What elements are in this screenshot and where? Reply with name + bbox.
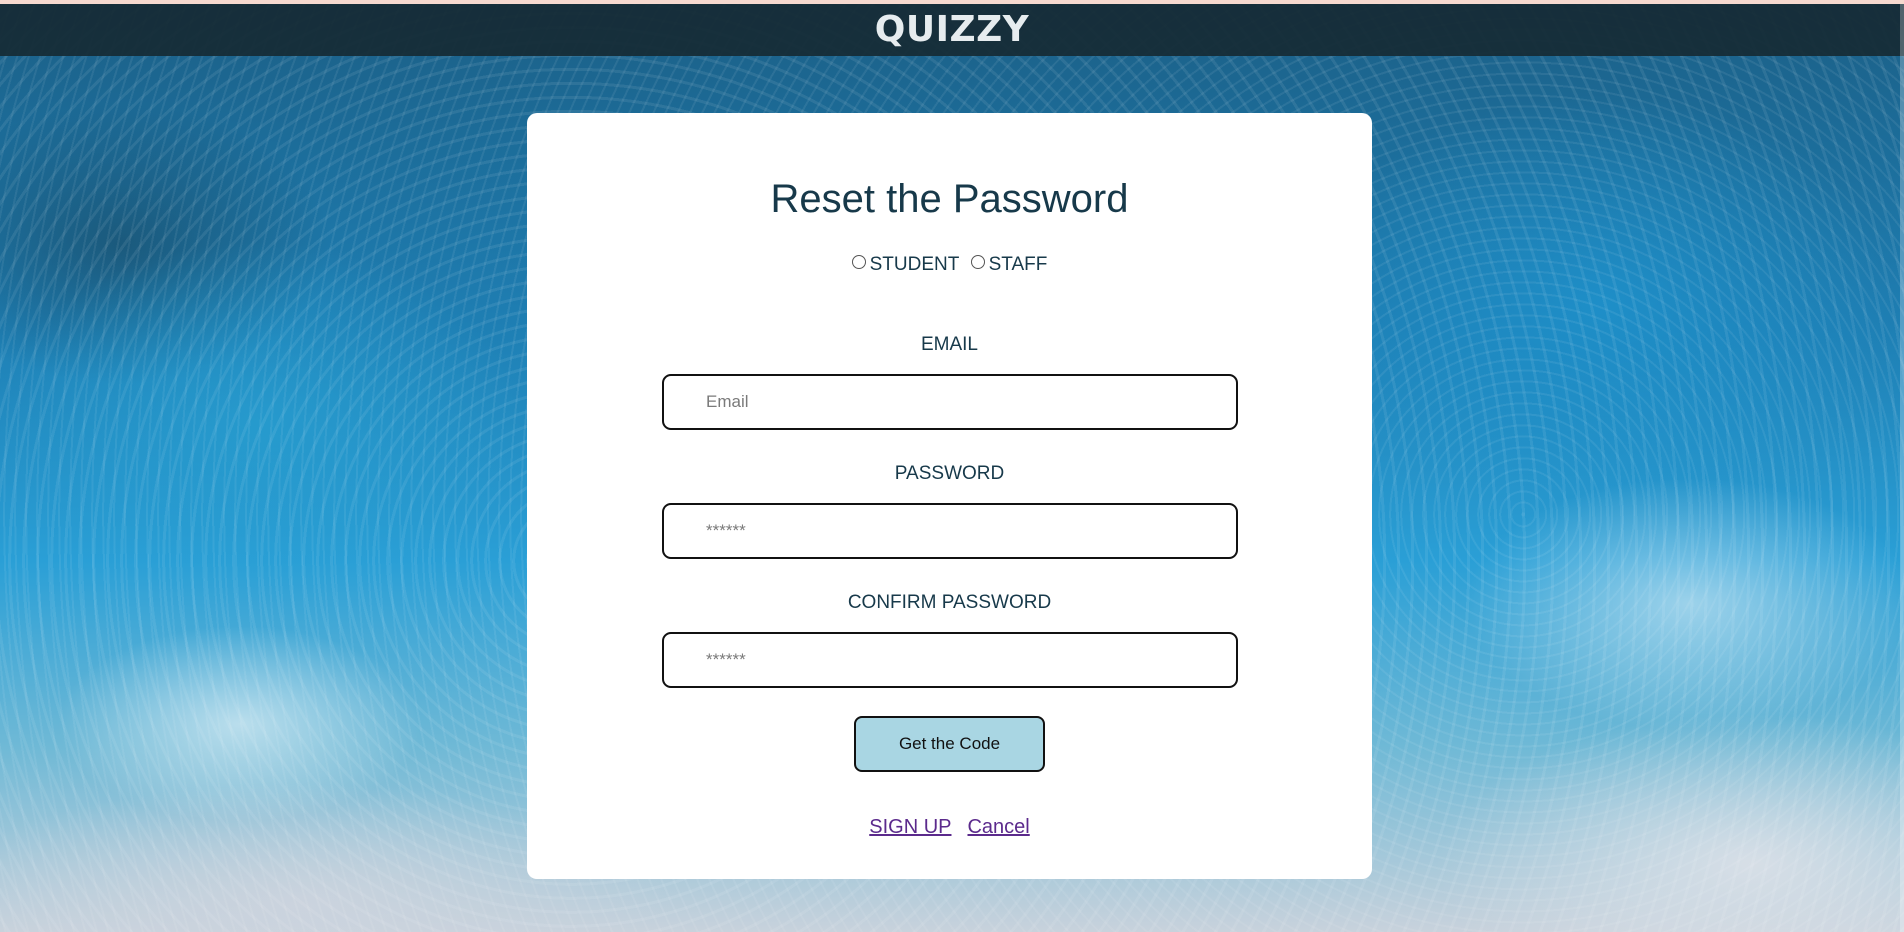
signup-link[interactable]: SIGN UP (869, 816, 951, 838)
staff-radio[interactable] (970, 255, 985, 269)
role-option-staff[interactable]: STAFF (970, 254, 1048, 276)
cancel-link[interactable]: Cancel (967, 816, 1029, 838)
confirm-password-label: CONFIRM PASSWORD (847, 592, 1052, 613)
role-option-student[interactable]: STUDENT (851, 254, 960, 276)
top-bar: QUIZZY (0, 4, 1904, 56)
student-radio-label: STUDENT (869, 254, 960, 275)
page-scrollbar[interactable] (1900, 4, 1904, 932)
password-field[interactable] (662, 503, 1238, 559)
reset-password-card: Reset the Password STUDENT STAFF EMAIL P… (527, 113, 1372, 879)
confirm-password-field[interactable] (662, 632, 1238, 688)
password-label: PASSWORD (894, 463, 1005, 484)
staff-radio-label: STAFF (988, 254, 1048, 275)
footer-links: SIGN UP Cancel (527, 815, 1372, 839)
email-label: EMAIL (920, 334, 979, 355)
app-logo-title: QUIZZY (874, 9, 1030, 50)
get-code-button[interactable]: Get the Code (854, 716, 1045, 772)
email-field[interactable] (662, 374, 1238, 430)
role-selector: STUDENT STAFF (527, 254, 1372, 276)
page-title: Reset the Password (770, 177, 1129, 221)
student-radio[interactable] (851, 255, 866, 269)
